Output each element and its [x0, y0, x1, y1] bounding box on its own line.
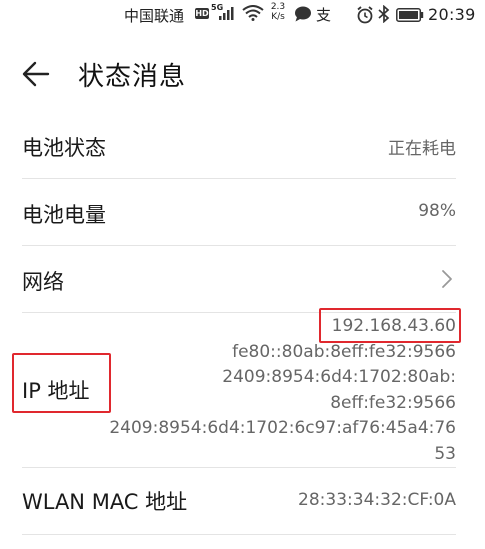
wlan-mac-label: WLAN MAC 地址 — [22, 490, 188, 514]
network-speed: 2.3 K/s — [268, 2, 288, 22]
status-info-screen: 中国联通 HD 5G 2.3 K/s 支 20:39 状态消息 电池状态 正在耗… — [0, 0, 485, 549]
wifi-icon — [242, 5, 264, 25]
network-speed-value: 2.3 — [270, 2, 286, 12]
clock-time: 20:39 — [428, 5, 476, 24]
battery-status-label: 电池状态 — [22, 136, 106, 160]
ip-label-highlight-box — [12, 353, 111, 413]
hd-icon: HD — [195, 8, 209, 19]
network-label: 网络 — [22, 270, 64, 294]
chevron-right-icon — [440, 268, 454, 294]
battery-level-value: 98% — [418, 201, 456, 221]
alarm-icon — [356, 6, 374, 28]
alipay-icon: 支 — [316, 6, 332, 24]
chat-bubble-icon — [294, 6, 312, 26]
battery-icon — [396, 8, 424, 26]
ipv6-address-2-part1: 2409:8954:6d4:1702:6c97:af76:45a4:76 — [109, 418, 456, 439]
ipv6-address-1-part2: 8eff:fe32:9566 — [330, 392, 456, 413]
page-header: 状态消息 — [0, 52, 485, 96]
signal-icon — [218, 6, 238, 24]
battery-status-value: 正在耗电 — [388, 139, 456, 159]
ipv6-link-local: fe80::80ab:8eff:fe32:9566 — [232, 341, 456, 362]
page-title: 状态消息 — [78, 62, 187, 92]
back-button[interactable] — [20, 58, 52, 90]
ipv6-address-1-part1: 2409:8954:6d4:1702:80ab: — [222, 367, 456, 388]
network-row[interactable]: 网络 — [22, 246, 456, 313]
battery-level-row: 电池电量 98% — [22, 179, 456, 246]
status-bar: 中国联通 HD 5G 2.3 K/s 支 20:39 — [0, 0, 485, 30]
battery-level-label: 电池电量 — [22, 203, 106, 227]
wlan-mac-row: WLAN MAC 地址 28:33:34:32:CF:0A — [22, 468, 456, 535]
carrier-name: 中国联通 — [124, 7, 185, 25]
wlan-mac-value: 28:33:34:32:CF:0A — [298, 490, 456, 510]
arrow-left-icon — [22, 61, 50, 87]
battery-status-row: 电池状态 正在耗电 — [22, 112, 456, 179]
ipv6-address-2-part2: 53 — [434, 443, 456, 464]
ipv4-highlight-box — [319, 308, 461, 343]
network-speed-unit: K/s — [271, 12, 285, 22]
bluetooth-icon — [378, 4, 390, 27]
